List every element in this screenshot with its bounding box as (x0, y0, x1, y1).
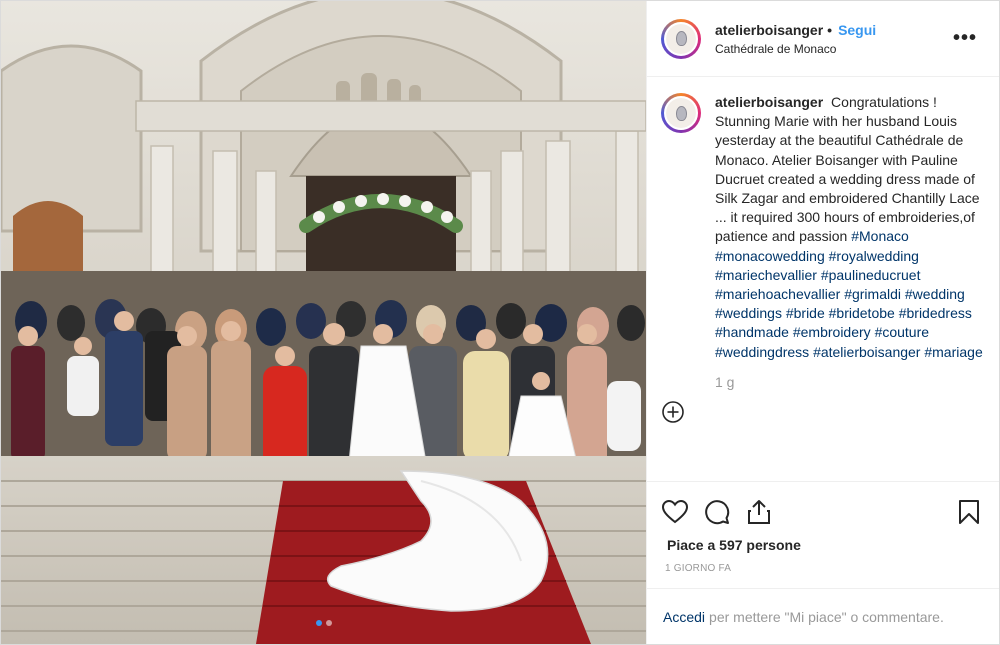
carousel-dot-2[interactable] (325, 620, 332, 626)
action-bar (647, 481, 999, 533)
earring-logo-icon (666, 23, 696, 54)
caption-username[interactable]: atelierboisanger (715, 94, 823, 110)
hashtag-link[interactable]: #handmade (715, 324, 789, 340)
hashtag-link[interactable]: #weddings (715, 305, 782, 321)
wedding-photo-illustration (1, 1, 646, 644)
post-side-panel: atelierboisanger • Segui Cathédrale de M… (646, 1, 999, 644)
add-comment-icon[interactable] (661, 400, 685, 424)
caption-text: Congratulations ! Stunning Marie with he… (715, 94, 980, 245)
hashtag-link[interactable]: #grimaldi (844, 286, 901, 302)
caption-age: 1 g (715, 373, 735, 390)
bookmark-icon[interactable] (955, 498, 983, 526)
likes-count[interactable]: Piace a 597 persone (647, 533, 999, 553)
instagram-post: atelierboisanger • Segui Cathédrale de M… (0, 0, 1000, 645)
caption: atelierboisanger Congratulations ! Stunn… (661, 93, 983, 362)
comments-area: atelierboisanger Congratulations ! Stunn… (647, 77, 999, 481)
heart-icon[interactable] (661, 498, 689, 526)
follow-button[interactable]: Segui (838, 22, 876, 38)
avatar-image (664, 21, 698, 56)
location-link[interactable]: Cathédrale de Monaco (715, 42, 947, 56)
carousel-indicator (1, 620, 646, 626)
hashtag-link[interactable]: #atelierboisanger (813, 344, 920, 360)
share-icon[interactable] (745, 498, 773, 526)
hashtag-link[interactable]: #weddingdress (715, 344, 809, 360)
hashtag-link[interactable]: #bride (786, 305, 825, 321)
separator-bullet: • (827, 21, 833, 38)
login-link[interactable]: Accedi (663, 609, 705, 625)
hashtag-link[interactable]: #royalwedding (829, 248, 919, 264)
hashtag-list: #Monaco #monacowedding #royalwedding #ma… (715, 228, 983, 359)
caption-meta: 1 g (661, 374, 983, 390)
post-photo[interactable] (1, 1, 646, 644)
header-user-line: atelierboisanger • Segui (715, 22, 947, 38)
hashtag-link[interactable]: #bridetobe (829, 305, 895, 321)
hashtag-link[interactable]: #mariehoachevallier (715, 286, 840, 302)
hashtag-link[interactable]: #couture (875, 324, 929, 340)
hashtag-link[interactable]: #wedding (905, 286, 965, 302)
comment-icon[interactable] (703, 498, 731, 526)
carousel-dot-1[interactable] (315, 620, 322, 626)
caption-avatar-image (664, 96, 698, 130)
hashtag-link[interactable]: #monacowedding (715, 248, 825, 264)
earring-logo-icon (666, 98, 696, 128)
hashtag-link[interactable]: #paulineducruet (821, 267, 921, 283)
login-text: per mettere "Mi piace" o commentare. (709, 608, 944, 625)
hashtag-link[interactable]: #embroidery (793, 324, 871, 340)
hashtag-link[interactable]: #Monaco (851, 228, 909, 244)
post-header: atelierboisanger • Segui Cathédrale de M… (647, 1, 999, 77)
caption-avatar[interactable] (661, 93, 701, 133)
avatar[interactable] (661, 18, 701, 59)
hashtag-link[interactable]: #bridedress (899, 305, 972, 321)
caption-body: atelierboisanger Congratulations ! Stunn… (715, 93, 983, 362)
hashtag-link[interactable]: #mariage (924, 344, 982, 360)
header-text: atelierboisanger • Segui Cathédrale de M… (715, 22, 947, 56)
username-link[interactable]: atelierboisanger (715, 22, 823, 38)
login-prompt: Accedi per mettere "Mi piace" o commenta… (647, 588, 999, 644)
post-timestamp[interactable]: 1 giorno fa (647, 553, 999, 588)
more-icon[interactable]: ••• (947, 27, 983, 50)
hashtag-link[interactable]: #mariechevallier (715, 267, 817, 283)
